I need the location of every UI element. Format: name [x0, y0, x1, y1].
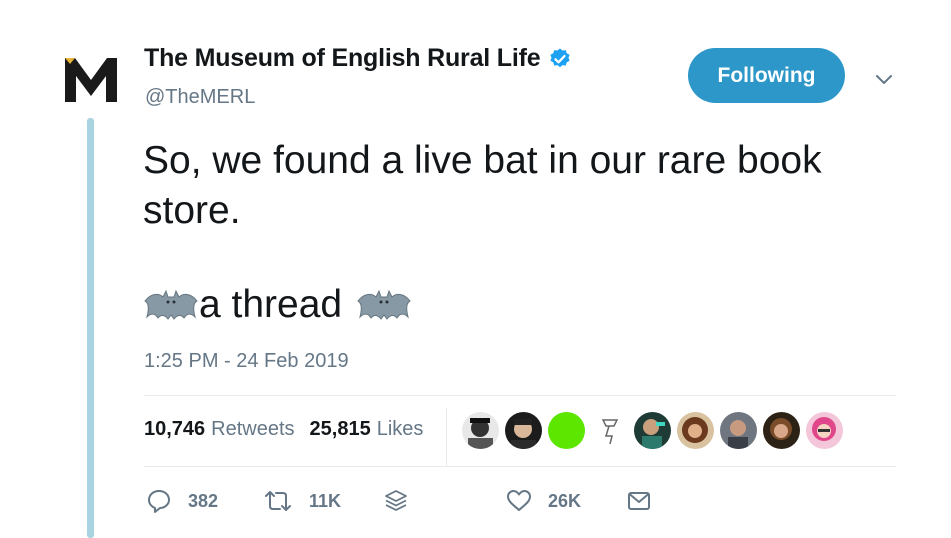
liker-avatars: [462, 412, 849, 449]
account-handle[interactable]: @TheMERL: [145, 86, 255, 109]
tweet-text: So, we found a live bat in our rare book…: [143, 136, 903, 236]
thread-label: a thread: [199, 283, 343, 326]
tweet-stats: 10,746 Retweets 25,815 Likes: [144, 418, 423, 441]
liker-avatar[interactable]: [763, 412, 800, 449]
merl-logo-avatar[interactable]: [62, 50, 120, 108]
divider: [144, 466, 896, 467]
retweets-label[interactable]: Retweets: [211, 418, 294, 441]
heart-icon: [507, 490, 531, 511]
retweet-count: 11K: [309, 490, 342, 511]
direct-message-button[interactable]: [626, 488, 652, 514]
reply-icon: [148, 490, 170, 513]
liker-avatar[interactable]: [548, 412, 585, 449]
account-name-row: The Museum of English Rural Life: [144, 44, 572, 73]
reply-count: 382: [188, 490, 219, 511]
liker-avatar[interactable]: [806, 412, 843, 449]
verified-badge-icon: [550, 48, 571, 67]
divider: [144, 395, 896, 396]
like-count: 26K: [548, 490, 582, 511]
bat-emoji-icon: [144, 289, 198, 320]
thread-connector-line: [87, 118, 94, 538]
view-activity-button[interactable]: [383, 488, 409, 514]
liker-avatar[interactable]: [634, 412, 671, 449]
display-name[interactable]: The Museum of English Rural Life: [144, 44, 541, 73]
liker-avatar[interactable]: [720, 412, 757, 449]
envelope-icon: [628, 492, 650, 510]
likes-label[interactable]: Likes: [377, 418, 424, 441]
chevron-down-icon[interactable]: [873, 68, 895, 90]
bat-emoji-icon: [357, 289, 411, 320]
tweet-thread-line: a thread: [143, 280, 412, 330]
likes-count[interactable]: 25,815: [310, 418, 371, 441]
like-button[interactable]: 26K: [506, 488, 581, 514]
liker-avatar[interactable]: [462, 412, 499, 449]
liker-avatar[interactable]: [505, 412, 542, 449]
retweet-button[interactable]: 11K: [263, 488, 341, 514]
retweet-icon: [265, 491, 291, 511]
following-button[interactable]: Following: [688, 48, 845, 103]
tweet-timestamp[interactable]: 1:25 PM - 24 Feb 2019: [144, 350, 349, 373]
liker-avatar[interactable]: [591, 412, 628, 449]
tweet-text-line: So, we found a live bat in our rare book…: [143, 139, 822, 232]
reply-button[interactable]: 382: [146, 488, 218, 514]
layers-icon: [385, 490, 407, 511]
liker-avatar[interactable]: [677, 412, 714, 449]
retweets-count[interactable]: 10,746: [144, 418, 205, 441]
stats-divider: [446, 408, 447, 466]
